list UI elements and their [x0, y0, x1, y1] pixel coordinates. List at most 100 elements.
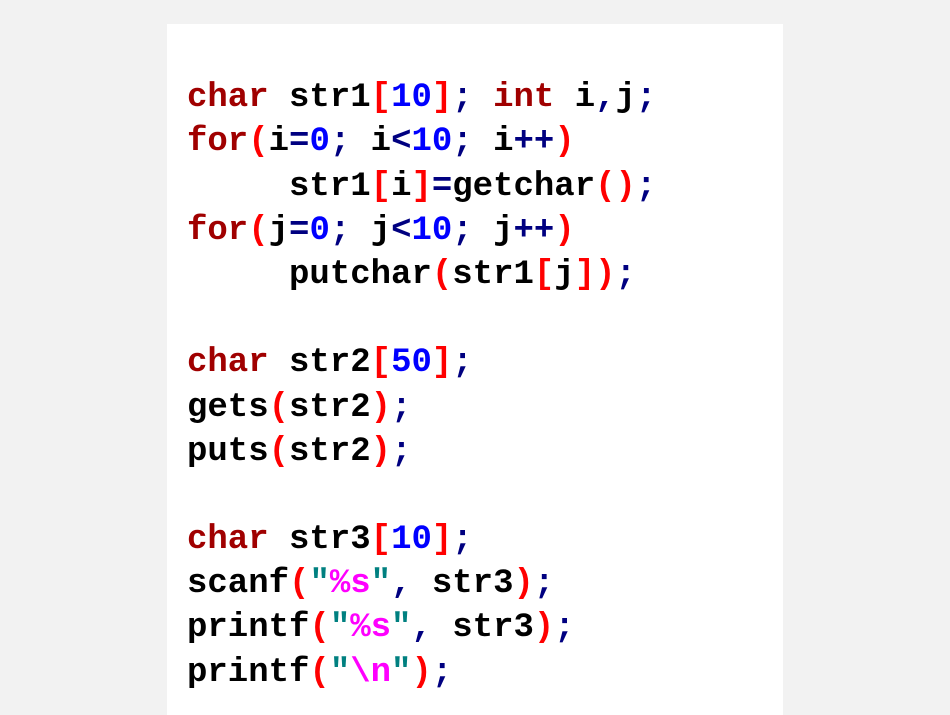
code-token: (	[248, 123, 268, 161]
code-token: (	[309, 609, 329, 647]
code-token	[473, 79, 493, 117]
code-token: i	[575, 79, 595, 117]
code-token: printf	[187, 609, 309, 647]
code-token: <	[391, 212, 411, 250]
code-token: scanf	[187, 565, 289, 603]
code-token: "	[391, 654, 411, 692]
code-token: =	[289, 123, 309, 161]
code-token: ;	[616, 256, 636, 294]
code-token: puts	[187, 433, 269, 471]
code-token: <	[391, 123, 411, 161]
code-token: i	[493, 123, 513, 161]
code-token: ;	[636, 168, 656, 206]
code-line: for(j=0; j<10; j++)	[187, 209, 763, 253]
code-line: char str2[50];	[187, 341, 763, 385]
code-token: str3	[289, 521, 371, 559]
code-token: ]	[432, 344, 452, 382]
code-token: i	[391, 168, 411, 206]
code-token: ;	[534, 565, 554, 603]
code-token: "	[371, 565, 391, 603]
code-line: puts(str2);	[187, 430, 763, 474]
code-token	[473, 212, 493, 250]
code-token	[269, 344, 289, 382]
code-token: printf	[187, 654, 309, 692]
code-token: ;	[452, 344, 472, 382]
code-token: i	[269, 123, 289, 161]
code-token: )	[534, 609, 554, 647]
code-token	[269, 79, 289, 117]
code-token: "	[330, 654, 350, 692]
code-token: ;	[636, 79, 656, 117]
code-token: str2	[289, 389, 371, 427]
code-token: (	[432, 256, 452, 294]
code-token: "	[330, 609, 350, 647]
code-token: gets	[187, 389, 269, 427]
code-line: scanf("%s", str3);	[187, 562, 763, 606]
code-token: 10	[391, 521, 432, 559]
code-token	[350, 123, 370, 161]
code-token: char	[187, 79, 269, 117]
code-token: %s	[350, 609, 391, 647]
code-line: printf("%s", str3);	[187, 606, 763, 650]
code-token: 0	[309, 123, 329, 161]
code-token: i	[371, 123, 391, 161]
code-token: ]	[411, 168, 431, 206]
code-token: ;	[452, 79, 472, 117]
code-token: )	[371, 389, 391, 427]
code-token: str2	[289, 433, 371, 471]
code-token: str2	[289, 344, 371, 382]
code-token: j	[554, 256, 574, 294]
code-token: putchar	[289, 256, 432, 294]
code-token: ,	[595, 79, 615, 117]
code-token: [	[371, 168, 391, 206]
code-token: ;	[452, 123, 472, 161]
code-token: )	[616, 168, 636, 206]
code-token: j	[371, 212, 391, 250]
code-token: (	[269, 433, 289, 471]
code-token: "	[309, 565, 329, 603]
code-line: putchar(str1[j]);	[187, 253, 763, 297]
code-token: j	[493, 212, 513, 250]
code-token: ;	[554, 609, 574, 647]
code-token: ;	[452, 521, 472, 559]
code-token: =	[432, 168, 452, 206]
code-token: 50	[391, 344, 432, 382]
code-token: ;	[330, 212, 350, 250]
code-token: )	[411, 654, 431, 692]
code-token: ;	[330, 123, 350, 161]
code-token: ;	[432, 654, 452, 692]
code-token: (	[595, 168, 615, 206]
code-token: int	[493, 79, 554, 117]
code-token: str1	[289, 79, 371, 117]
code-token: 0	[309, 212, 329, 250]
code-token: ;	[452, 212, 472, 250]
code-token: for	[187, 212, 248, 250]
code-token: )	[554, 123, 574, 161]
code-line: char str1[10]; int i,j;	[187, 76, 763, 120]
code-token: ]	[432, 79, 452, 117]
code-line	[187, 297, 763, 341]
code-token: str3	[432, 565, 514, 603]
code-token: )	[554, 212, 574, 250]
code-token	[269, 521, 289, 559]
code-token	[554, 79, 574, 117]
code-token: ++	[514, 212, 555, 250]
code-token: for	[187, 123, 248, 161]
code-token	[350, 212, 370, 250]
code-token: (	[309, 654, 329, 692]
code-token: =	[289, 212, 309, 250]
code-token: getchar	[452, 168, 595, 206]
code-token: char	[187, 521, 269, 559]
code-token: 10	[411, 123, 452, 161]
code-token: )	[595, 256, 615, 294]
code-token: ,	[391, 565, 411, 603]
code-token: ,	[411, 609, 431, 647]
code-token: (	[269, 389, 289, 427]
code-token: 10	[391, 79, 432, 117]
code-token: )	[371, 433, 391, 471]
code-token: [	[371, 344, 391, 382]
code-token: char	[187, 344, 269, 382]
code-block: char str1[10]; int i,j;for(i=0; i<10; i+…	[167, 24, 783, 715]
code-line: printf("\n");	[187, 651, 763, 695]
code-line: for(i=0; i<10; i++)	[187, 120, 763, 164]
